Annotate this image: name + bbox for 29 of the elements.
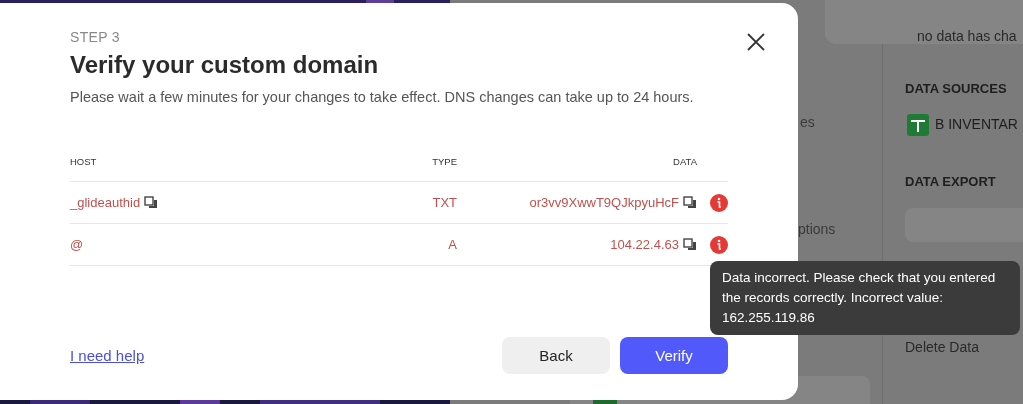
section-title: DATA EXPORT <box>905 174 996 189</box>
tooltip: Data incorrect. Please check that you entered the records correctly. Incorrect value: 162.255.119.86 <box>710 261 1020 335</box>
column-header: DATA <box>672 155 697 167</box>
host-cell: _glideauthid <box>70 195 141 210</box>
type-cell: A <box>448 237 457 252</box>
error-icon[interactable] <box>710 235 728 254</box>
data-cell: 104.22.4.63 <box>610 237 679 252</box>
section-title: DATA SOURCES <box>905 81 1007 96</box>
close-icon[interactable] <box>747 33 765 51</box>
background-text: ptions <box>798 221 836 237</box>
background-text: es <box>800 114 815 130</box>
copy-icon[interactable] <box>683 196 697 209</box>
step-label: STEP 3 <box>70 29 121 45</box>
column-header: TYPE <box>431 155 457 167</box>
host-cell: @ <box>70 237 84 252</box>
copy-icon[interactable] <box>144 196 159 209</box>
copy-icon[interactable] <box>683 238 697 251</box>
help-link[interactable]: I need help <box>70 347 145 364</box>
data-cell: or3vv9XwwT9QJkpyuHcF <box>529 195 679 210</box>
back-button[interactable]: Back <box>502 337 610 374</box>
dialog-description: Please wait a few minutes for your changes to take effect. DNS changes can take up to 24 hours. <box>70 89 695 105</box>
notice-text: no data has cha <box>917 28 1017 44</box>
column-header: HOST <box>70 155 98 167</box>
error-icon[interactable] <box>710 193 728 212</box>
dialog-title: Verify your custom domain <box>70 51 380 79</box>
data-source-item[interactable]: B INVENTAR <box>935 116 1018 132</box>
verify-button[interactable]: Verify <box>620 337 728 374</box>
delete-data-text[interactable]: Delete Data <box>905 339 979 355</box>
type-cell: TXT <box>432 195 457 210</box>
